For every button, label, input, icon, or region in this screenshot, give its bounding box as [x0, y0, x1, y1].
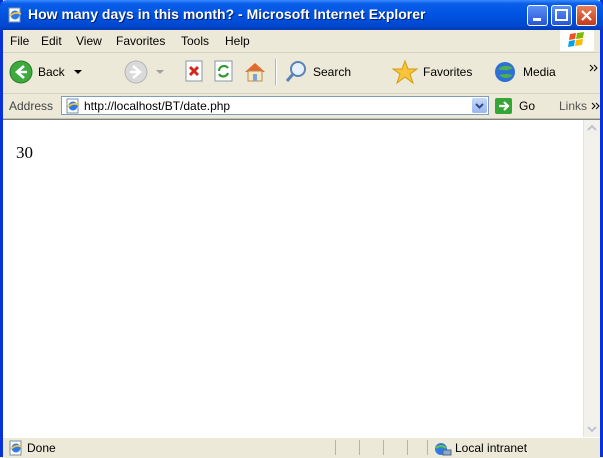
back-dropdown-icon[interactable]: [71, 65, 85, 79]
close-button[interactable]: [576, 5, 597, 26]
address-url: http://localhost/BT/date.php: [84, 99, 231, 113]
stop-button[interactable]: [182, 57, 206, 87]
maximize-button[interactable]: [551, 5, 572, 26]
close-icon: [581, 10, 592, 21]
ie-window: How many days in this month? - Microsoft…: [0, 0, 603, 458]
home-button[interactable]: [242, 57, 268, 87]
search-label: Search: [313, 65, 352, 79]
go-label: Go: [519, 99, 536, 113]
menu-tools[interactable]: Tools: [181, 34, 209, 48]
address-label: Address: [9, 99, 54, 113]
forward-button[interactable]: [123, 57, 167, 87]
back-button[interactable]: Back: [8, 57, 85, 87]
address-input[interactable]: http://localhost/BT/date.php: [61, 96, 489, 115]
favorites-label: Favorites: [423, 65, 473, 79]
toolbar-chevron-icon[interactable]: [589, 63, 599, 73]
status-divider: [407, 440, 408, 455]
go-button[interactable]: Go: [494, 97, 535, 115]
scroll-up-button[interactable]: [584, 120, 600, 136]
links-chevron-icon[interactable]: [591, 101, 600, 111]
status-divider: [335, 440, 336, 455]
status-text: Done: [27, 441, 56, 455]
back-label: Back: [38, 65, 65, 79]
menu-view[interactable]: View: [76, 34, 102, 48]
window-title: How many days in this month? - Microsoft…: [28, 6, 426, 22]
security-zone: Local intranet: [455, 441, 528, 455]
ie-page-icon: [8, 7, 22, 23]
search-button[interactable]: Search: [283, 57, 351, 87]
menu-edit[interactable]: Edit: [41, 34, 62, 48]
scroll-down-button[interactable]: [584, 421, 600, 437]
menu-favorites[interactable]: Favorites: [116, 34, 165, 48]
chevron-up-icon: [587, 124, 597, 131]
stop-icon: [185, 60, 203, 82]
toolbar-separator: [275, 59, 277, 85]
chevron-down-icon: [475, 103, 484, 109]
address-bar: Address http://localhost/BT/date.php Go …: [3, 94, 600, 119]
address-dropdown-button[interactable]: [472, 98, 487, 113]
media-button[interactable]: Media: [493, 57, 556, 87]
status-bar: Done Local intranet: [3, 437, 600, 458]
menu-bar: File Edit View Favorites Tools Help: [3, 30, 600, 53]
refresh-button[interactable]: [212, 57, 236, 87]
chevron-down-icon: [587, 426, 597, 433]
standard-toolbar: Back Search Favorites Media: [3, 53, 600, 94]
days-count: 30: [16, 143, 33, 162]
forward-arrow-icon: [124, 60, 148, 84]
minimize-button[interactable]: [527, 5, 548, 26]
minimize-icon: [533, 18, 541, 21]
media-icon: [495, 62, 515, 82]
search-icon: [285, 61, 306, 82]
refresh-icon: [214, 60, 233, 82]
page-icon: [66, 98, 80, 114]
page-done-icon: [9, 440, 23, 456]
vertical-scrollbar[interactable]: [583, 120, 600, 437]
forward-dropdown-icon[interactable]: [153, 65, 167, 79]
media-label: Media: [523, 65, 556, 79]
back-arrow-icon: [9, 60, 33, 84]
status-divider: [383, 440, 384, 455]
windows-logo-icon: [560, 30, 594, 51]
menu-help[interactable]: Help: [225, 34, 250, 48]
intranet-zone-icon: [435, 443, 452, 456]
favorites-star-icon: [391, 59, 419, 85]
title-bar[interactable]: How many days in this month? - Microsoft…: [0, 0, 603, 30]
status-divider: [427, 440, 428, 455]
go-arrow-icon: [495, 98, 512, 114]
favorites-button[interactable]: Favorites: [391, 57, 472, 87]
links-button[interactable]: Links: [559, 99, 587, 113]
home-icon: [245, 63, 265, 82]
status-divider: [359, 440, 360, 455]
page-content: 30: [3, 119, 600, 437]
menu-file[interactable]: File: [10, 34, 29, 48]
maximize-icon: [555, 9, 568, 21]
